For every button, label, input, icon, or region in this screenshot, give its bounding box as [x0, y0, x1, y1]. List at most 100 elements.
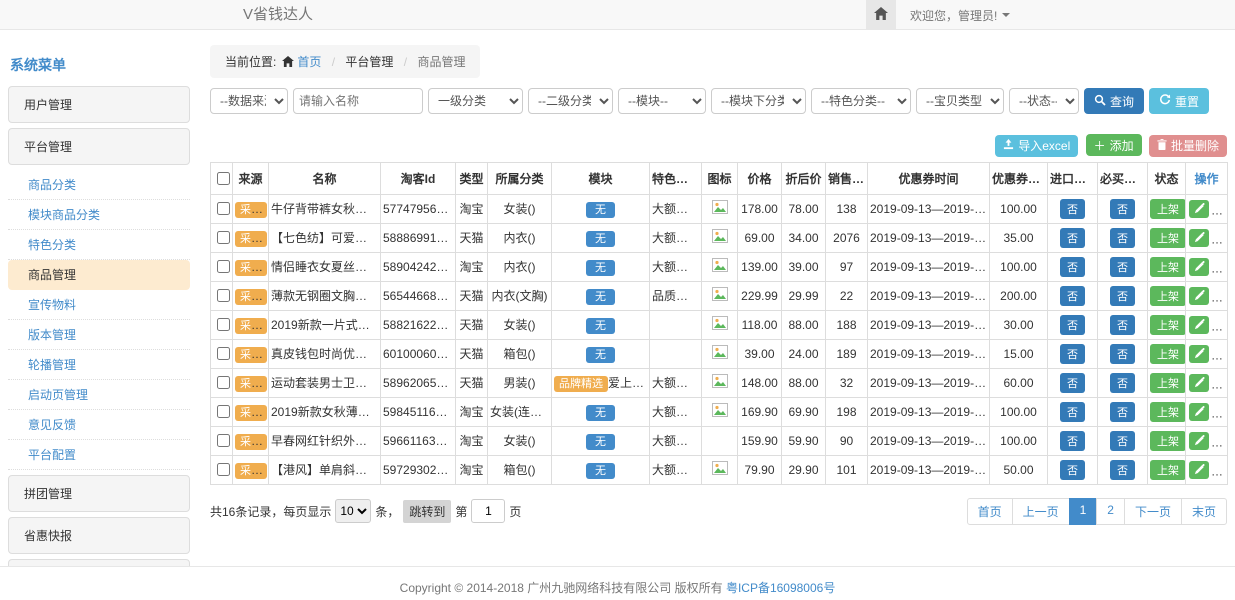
edit-button[interactable] [1189, 200, 1209, 218]
search-button[interactable]: 查询 [1084, 88, 1144, 114]
user-menu[interactable]: 欢迎您，管理员! [910, 7, 1010, 24]
module-none-badge[interactable]: 无 [586, 202, 615, 218]
edit-button[interactable] [1189, 461, 1209, 479]
must-buy-toggle[interactable]: 否 [1110, 199, 1135, 219]
row-checkbox[interactable] [217, 434, 230, 447]
sidebar-item-商品分类[interactable]: 商品分类 [8, 170, 190, 200]
item-type-select[interactable]: --宝贝类型-- [916, 88, 1004, 114]
edit-button[interactable] [1189, 345, 1209, 363]
edit-button[interactable] [1189, 403, 1209, 421]
must-buy-toggle[interactable]: 否 [1110, 286, 1135, 306]
sidebar-item-模块商品分类[interactable]: 模块商品分类 [8, 200, 190, 230]
status-button[interactable]: 上架 [1150, 431, 1186, 451]
sidebar-section-平台管理[interactable]: 平台管理 [8, 128, 190, 165]
must-buy-toggle[interactable]: 否 [1110, 460, 1135, 480]
page-button-下一页[interactable]: 下一页 [1124, 498, 1182, 525]
status-button[interactable]: 上架 [1150, 286, 1186, 306]
add-button[interactable]: ＋ 添加 [1086, 134, 1142, 156]
page-button-上一页[interactable]: 上一页 [1012, 498, 1070, 525]
sidebar-item-特色分类[interactable]: 特色分类 [8, 230, 190, 260]
import-select-toggle[interactable]: 否 [1060, 373, 1085, 393]
icp-link[interactable]: 粤ICP备16098006号 [726, 581, 835, 595]
row-checkbox[interactable] [217, 260, 230, 273]
module-none-badge[interactable]: 无 [586, 289, 615, 305]
reset-button[interactable]: 重置 [1149, 88, 1209, 114]
status-button[interactable]: 上架 [1150, 344, 1186, 364]
edit-button[interactable] [1189, 432, 1209, 450]
module-none-badge[interactable]: 无 [586, 405, 615, 421]
import-select-toggle[interactable]: 否 [1060, 344, 1085, 364]
sidebar-item-平台配置[interactable]: 平台配置 [8, 440, 190, 470]
sidebar-item-宣传物料[interactable]: 宣传物料 [8, 290, 190, 320]
sidebar-item-轮播管理[interactable]: 轮播管理 [8, 350, 190, 380]
status-button[interactable]: 上架 [1150, 460, 1186, 480]
import-select-toggle[interactable]: 否 [1060, 286, 1085, 306]
select-all-checkbox[interactable] [217, 172, 230, 185]
must-buy-toggle[interactable]: 否 [1110, 228, 1135, 248]
module-subcategory-select[interactable]: --模块下分类-- [711, 88, 806, 114]
import-select-toggle[interactable]: 否 [1060, 431, 1085, 451]
edit-button[interactable] [1189, 258, 1209, 276]
import-select-toggle[interactable]: 否 [1060, 460, 1085, 480]
must-buy-toggle[interactable]: 否 [1110, 257, 1135, 277]
must-buy-toggle[interactable]: 否 [1110, 402, 1135, 422]
edit-button[interactable] [1189, 287, 1209, 305]
module-none-badge[interactable]: 无 [586, 463, 615, 479]
batch-delete-button[interactable]: 批量删除 [1149, 135, 1227, 157]
sidebar-item-启动页管理[interactable]: 启动页管理 [8, 380, 190, 410]
page-button-2[interactable]: 2 [1096, 498, 1125, 525]
must-buy-toggle[interactable]: 否 [1110, 431, 1135, 451]
status-button[interactable]: 上架 [1150, 315, 1186, 335]
module-none-badge[interactable]: 无 [586, 434, 615, 450]
edit-button[interactable] [1189, 374, 1209, 392]
home-button[interactable] [866, 0, 896, 30]
feature-category-select[interactable]: --特色分类-- [811, 88, 911, 114]
page-button-1[interactable]: 1 [1069, 498, 1098, 525]
module-none-badge[interactable]: 无 [586, 347, 615, 363]
page-number-input[interactable] [471, 499, 505, 523]
sidebar-section-消息管理[interactable]: 消息管理 [8, 559, 190, 566]
row-checkbox[interactable] [217, 289, 230, 302]
status-button[interactable]: 上架 [1150, 199, 1186, 219]
page-button-末页[interactable]: 末页 [1181, 498, 1227, 525]
must-buy-toggle[interactable]: 否 [1110, 315, 1135, 335]
import-select-toggle[interactable]: 否 [1060, 402, 1085, 422]
row-checkbox[interactable] [217, 318, 230, 331]
status-button[interactable]: 上架 [1150, 373, 1186, 393]
data-source-select[interactable]: --数据来源-- [210, 88, 288, 114]
edit-button[interactable] [1189, 229, 1209, 247]
import-select-toggle[interactable]: 否 [1060, 315, 1085, 335]
must-buy-toggle[interactable]: 否 [1110, 373, 1135, 393]
row-checkbox[interactable] [217, 463, 230, 476]
sidebar-item-版本管理[interactable]: 版本管理 [8, 320, 190, 350]
import-select-toggle[interactable]: 否 [1060, 199, 1085, 219]
module-none-badge[interactable]: 无 [586, 318, 615, 334]
level1-category-select[interactable]: 一级分类 [428, 88, 523, 114]
must-buy-toggle[interactable]: 否 [1110, 344, 1135, 364]
import-excel-button[interactable]: 导入excel [995, 135, 1078, 157]
status-select[interactable]: --状态-- [1009, 88, 1079, 114]
per-page-select[interactable]: 10 [335, 499, 371, 523]
module-select[interactable]: --模块-- [618, 88, 706, 114]
import-select-toggle[interactable]: 否 [1060, 228, 1085, 248]
row-checkbox[interactable] [217, 405, 230, 418]
row-checkbox[interactable] [217, 202, 230, 215]
row-checkbox[interactable] [217, 231, 230, 244]
sidebar-item-意见反馈[interactable]: 意见反馈 [8, 410, 190, 440]
name-input[interactable] [293, 88, 423, 114]
status-button[interactable]: 上架 [1150, 402, 1186, 422]
sidebar-section-省惠快报[interactable]: 省惠快报 [8, 517, 190, 554]
status-button[interactable]: 上架 [1150, 257, 1186, 277]
row-checkbox[interactable] [217, 347, 230, 360]
sidebar-section-拼团管理[interactable]: 拼团管理 [8, 475, 190, 512]
status-button[interactable]: 上架 [1150, 228, 1186, 248]
sidebar-item-商品管理[interactable]: 商品管理 [8, 260, 190, 290]
row-checkbox[interactable] [217, 376, 230, 389]
page-button-首页[interactable]: 首页 [967, 498, 1013, 525]
edit-button[interactable] [1189, 316, 1209, 334]
module-none-badge[interactable]: 无 [586, 260, 615, 276]
breadcrumb-home-link[interactable]: 首页 [297, 55, 321, 69]
sidebar-section-用户管理[interactable]: 用户管理 [8, 86, 190, 123]
jump-button[interactable]: 跳转到 [403, 500, 451, 523]
level2-category-select[interactable]: --二级分类-- [528, 88, 613, 114]
